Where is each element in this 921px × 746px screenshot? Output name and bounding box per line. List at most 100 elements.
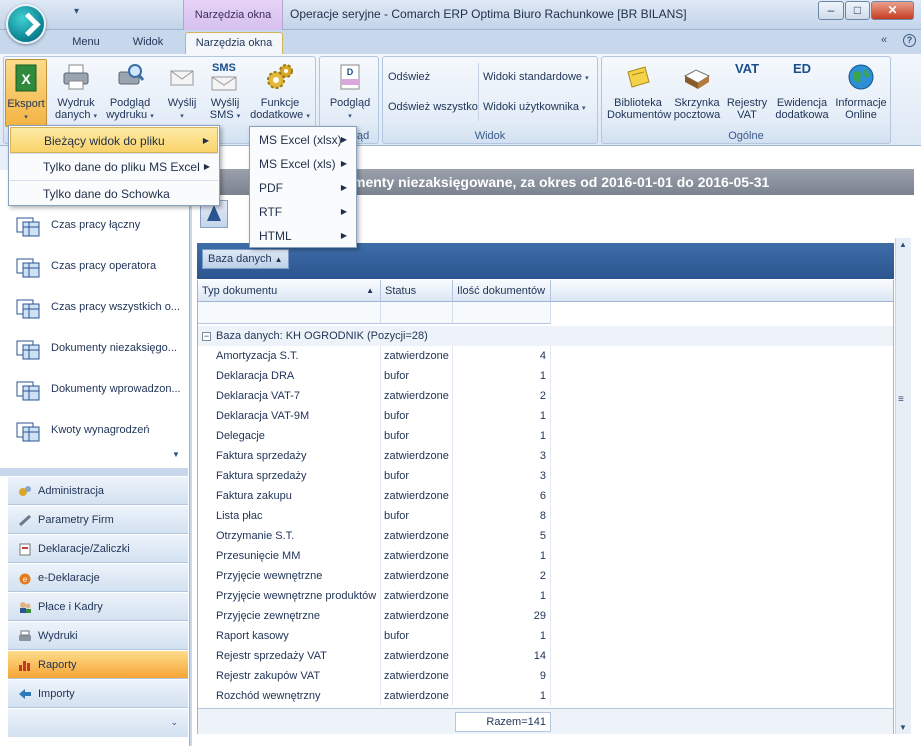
vertical-scrollbar[interactable]: ▲ ≡ ▼ <box>895 238 911 734</box>
table-row[interactable]: Deklaracja DRA bufor 1 <box>198 366 893 386</box>
menu-item-data-to-clipboard[interactable]: Tylko dane do Schowka <box>10 181 218 207</box>
cell-status: zatwierdzone <box>381 566 453 586</box>
report-item-czas-pracy-wszystkich[interactable]: Czas pracy wszystkich o... <box>0 288 188 328</box>
filter-cell-status[interactable] <box>381 302 453 324</box>
export-button[interactable]: X Eksport ▾ <box>5 59 47 127</box>
table-row[interactable]: Lista płac bufor 8 <box>198 506 893 526</box>
document-library-button[interactable]: Biblioteka Dokumentów <box>607 59 671 121</box>
print-data-label2: danych <box>54 109 91 121</box>
report-item-dokumenty-niezaksiegowane[interactable]: Dokumenty niezaksięgo... <box>0 329 188 369</box>
table-row[interactable]: Faktura zakupu zatwierdzone 6 <box>198 486 893 506</box>
scroll-up-icon[interactable]: ▲ <box>899 240 907 249</box>
submenu-item-excel-xls[interactable]: MS Excel (xls) ▶ <box>251 152 355 176</box>
refresh-button[interactable]: Odśwież <box>388 71 430 83</box>
submenu-item-pdf[interactable]: PDF ▶ <box>251 176 355 200</box>
send-sms-button[interactable]: SMS Wyślij SMS ▾ <box>205 59 245 123</box>
nav-raporty[interactable]: Raporty <box>8 651 188 679</box>
nav-more-chevron-icon[interactable]: ⌄ <box>170 717 178 728</box>
table-row[interactable]: Rozchód wewnętrzny zatwierdzone 1 <box>198 686 893 706</box>
refresh-all-button[interactable]: Odśwież wszystko <box>388 101 478 113</box>
table-row[interactable]: Amortyzacja S.T. zatwierdzone 4 <box>198 346 893 366</box>
table-row[interactable]: Przyjęcie zewnętrzne zatwierdzone 29 <box>198 606 893 626</box>
help-icon[interactable]: ? <box>903 34 916 47</box>
report-icon <box>16 258 40 278</box>
print-data-button[interactable]: Wydruk danych ▾ <box>53 59 99 123</box>
nav-e-deklaracje[interactable]: e e-Deklaracje <box>8 564 188 592</box>
submenu-item-rtf[interactable]: RTF ▶ <box>251 200 355 224</box>
send-label: Wyślij <box>167 97 197 109</box>
maximize-button[interactable]: □ <box>845 1 870 20</box>
report-item-czas-pracy-operatora[interactable]: Czas pracy operatora <box>0 247 188 287</box>
nav-administracja[interactable]: Administracja <box>8 477 188 505</box>
submenu-arrow-icon: ▶ <box>340 231 347 240</box>
table-row[interactable]: Deklaracja VAT-7 zatwierdzone 2 <box>198 386 893 406</box>
table-row[interactable]: Faktura sprzedaży zatwierdzone 3 <box>198 446 893 466</box>
table-row[interactable]: Rejestr sprzedaży VAT zatwierdzone 14 <box>198 646 893 666</box>
tab-menu[interactable]: Menu <box>62 32 110 54</box>
preview-button[interactable]: D Podgląd ▾ <box>323 59 377 123</box>
mailbox-icon <box>683 69 711 89</box>
sidebar-scroll-down-icon[interactable]: ▼ <box>172 450 180 459</box>
additional-functions-button[interactable]: Funkcje dodatkowe ▾ <box>246 59 314 123</box>
minimize-button[interactable]: – <box>818 1 844 20</box>
cell-document-type: Lista płac <box>216 506 381 526</box>
report-item-czas-pracy-laczny[interactable]: Czas pracy łączny <box>0 206 188 246</box>
declarations-icon <box>19 543 31 556</box>
report-item-kwoty-wynagrodzen[interactable]: Kwoty wynagrodzeń <box>0 411 188 451</box>
tab-widok[interactable]: Widok <box>122 32 174 54</box>
online-info-button[interactable]: Informacje Online <box>832 59 890 121</box>
collapse-group-icon[interactable]: − <box>202 332 211 341</box>
cell-document-type: Deklaracja VAT-7 <box>216 386 381 406</box>
app-menu-orb-icon[interactable] <box>6 4 46 44</box>
table-row[interactable]: Deklaracja VAT-9M bufor 1 <box>198 406 893 426</box>
column-header-ilosc-dokumentow[interactable]: Ilość dokumentów <box>453 280 551 302</box>
sidebar-splitter[interactable] <box>0 468 188 476</box>
scroll-down-icon[interactable]: ▼ <box>899 723 907 732</box>
column-header-typ-dokumentu[interactable]: Typ dokumentu ▲ <box>198 280 381 302</box>
nav-deklaracje-zaliczki[interactable]: Deklaracje/Zaliczki <box>8 535 188 563</box>
tab-narzedzia-okna[interactable]: Narzędzia okna <box>185 32 283 54</box>
send-caret-icon: ▾ <box>180 113 184 120</box>
nav-parametry-firm[interactable]: Parametry Firm <box>8 506 188 534</box>
standard-views-dropdown[interactable]: Widoki standardowe ▾ <box>483 71 589 83</box>
cell-count: 1 <box>453 686 551 706</box>
send-button[interactable]: Wyślij ▾ <box>162 59 202 123</box>
table-row[interactable]: Delegacje bufor 1 <box>198 426 893 446</box>
table-row[interactable]: Raport kasowy bufor 1 <box>198 626 893 646</box>
table-row[interactable]: Przyjęcie wewnętrzne produktów zatwierdzo… <box>198 586 893 606</box>
user-views-dropdown[interactable]: Widoki użytkownika ▾ <box>483 101 586 113</box>
view-group: Odśwież Odśwież wszystko Widoki standard… <box>382 56 598 144</box>
submenu-item-html[interactable]: HTML ▶ <box>251 224 355 248</box>
additional-records-button[interactable]: ED Ewidencja dodatkowa <box>772 59 832 122</box>
cell-document-type: Faktura sprzedaży <box>216 466 381 486</box>
table-row[interactable]: Przyjęcie wewnętrzne zatwierdzone 2 <box>198 566 893 586</box>
table-row[interactable]: Otrzymanie S.T. zatwierdzone 5 <box>198 526 893 546</box>
send-sms-label: Wyślij <box>210 97 240 109</box>
print-data-caret-icon: ▾ <box>93 113 98 120</box>
ribbon-collapse-icon[interactable]: « <box>881 34 887 46</box>
menu-item-current-view-to-file[interactable]: Bieżący widok do pliku ▶ <box>10 127 218 153</box>
nav-wydruki[interactable]: Wydruki <box>8 622 188 650</box>
group-row[interactable]: − Baza danych: KH OGRODNIK (Pozycji=28) <box>198 326 893 346</box>
menu-item-data-to-excel[interactable]: Tylko dane do pliku MS Excel ▶ <box>10 154 218 180</box>
report-icon <box>16 217 40 237</box>
vat-registers-button[interactable]: VAT Rejestry VAT <box>724 59 770 122</box>
submenu-item-excel-xlsx[interactable]: MS Excel (xlsx) ▶ <box>251 128 355 152</box>
table-row[interactable]: Faktura sprzedaży bufor 3 <box>198 466 893 486</box>
column-header-status[interactable]: Status <box>381 280 453 302</box>
mailbox-button[interactable]: Skrzynka pocztowa <box>672 59 722 121</box>
table-row[interactable]: Rejestr zakupów VAT zatwierdzone 9 <box>198 666 893 686</box>
nav-place-i-kadry[interactable]: Płace i Kadry <box>8 593 188 621</box>
filter-cell-ilosc[interactable] <box>453 302 551 324</box>
close-button[interactable]: ✕ <box>871 1 914 20</box>
table-row[interactable]: Przesunięcie MM zatwierdzone 1 <box>198 546 893 566</box>
quick-access-dropdown-icon[interactable]: ▾ <box>74 6 79 17</box>
group-by-database-chip[interactable]: Baza danych ▲ <box>202 249 289 269</box>
online-info-label2: Online <box>845 109 877 121</box>
print-preview-label2: wydruku <box>106 109 148 121</box>
report-item-dokumenty-wprowadzone[interactable]: Dokumenty wprowadzon... <box>0 370 188 410</box>
print-preview-button[interactable]: Podgląd wydruku ▾ <box>103 59 157 123</box>
filter-cell-typ-dokumentu[interactable] <box>198 302 381 324</box>
scroll-grip-icon[interactable]: ≡ <box>898 394 904 405</box>
nav-importy[interactable]: Importy <box>8 680 188 708</box>
